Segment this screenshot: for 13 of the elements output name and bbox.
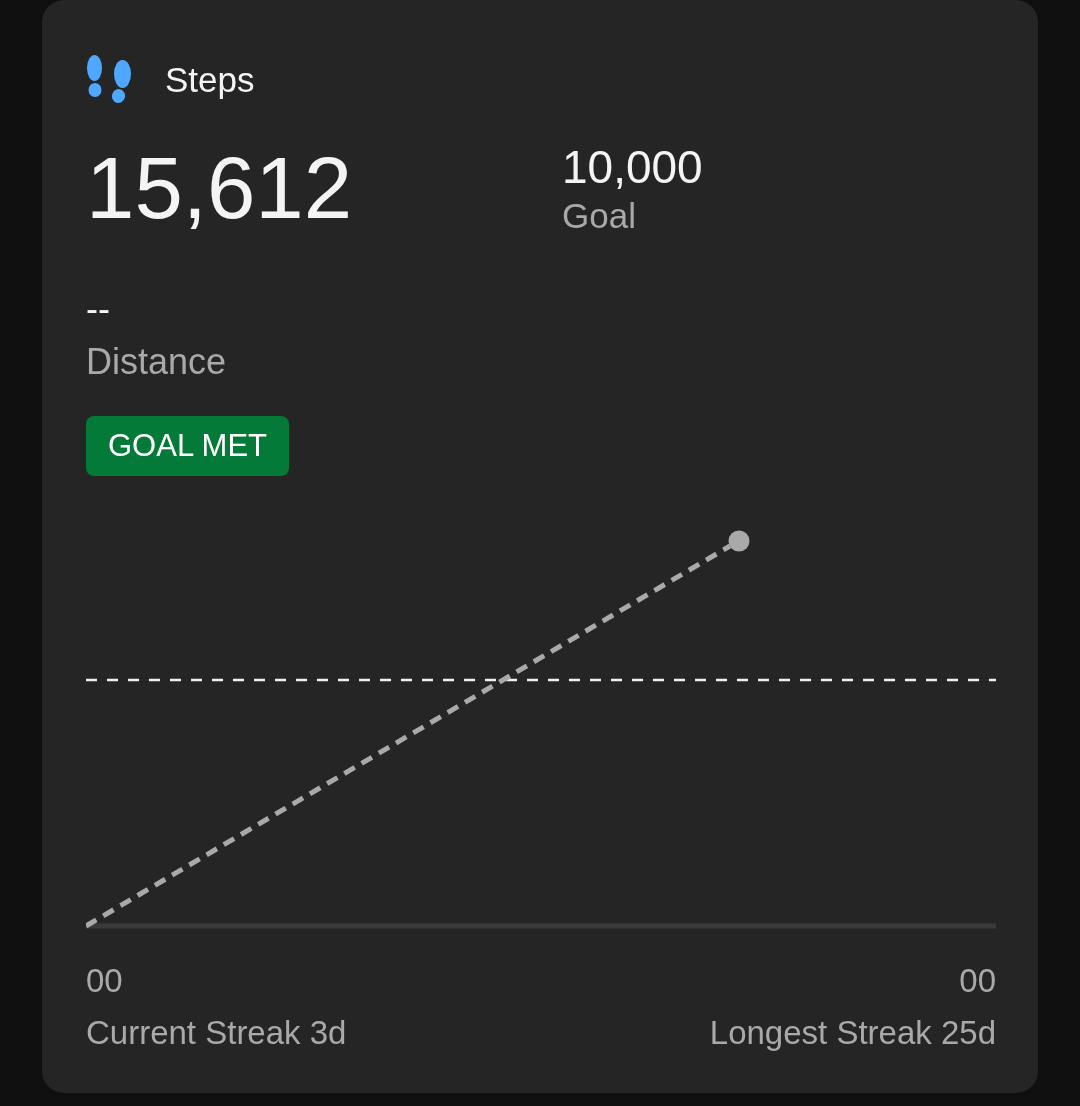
distance-label: Distance (86, 344, 227, 380)
axis-label: 00 (86, 964, 123, 997)
step-count: 15,612 (86, 144, 353, 231)
footprints-icon (86, 55, 132, 103)
distance-value: -- (86, 291, 110, 327)
goal-value: 10,000 (562, 144, 703, 190)
card-title: Steps (165, 61, 255, 97)
end-point-marker (728, 530, 750, 552)
status-badge: GOAL MET (86, 416, 290, 476)
goal-label: Goal (562, 198, 636, 233)
streak-label: Current Streak 3d (86, 1016, 347, 1049)
axis-label: 00 (959, 964, 996, 997)
streak-label: Longest Streak 25d (709, 1016, 996, 1049)
